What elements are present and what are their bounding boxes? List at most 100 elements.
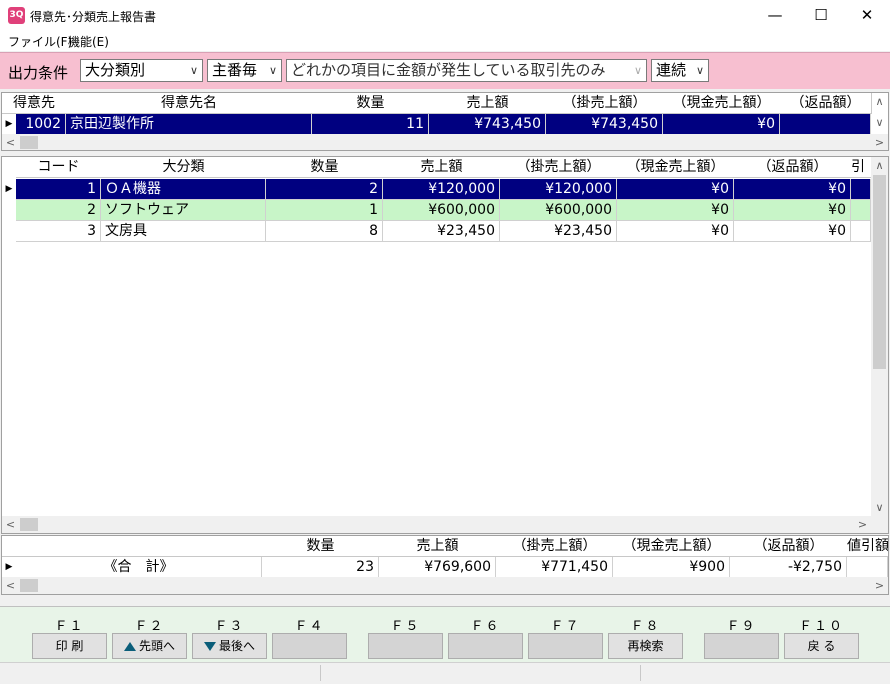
cell-total-sales[interactable]: ¥769,600	[379, 557, 496, 578]
col-header-discount[interactable]: 値引額	[847, 536, 888, 557]
cell-cash-sales[interactable]: ¥0	[617, 179, 734, 200]
scroll-down-icon[interactable]: ∨	[871, 114, 888, 131]
cell-credit-sales[interactable]: ¥23,450	[500, 221, 617, 242]
cell-discount[interactable]	[851, 179, 871, 200]
cell-code[interactable]: 1	[16, 179, 101, 200]
scroll-up-icon[interactable]: ∧	[871, 157, 888, 174]
minimize-button[interactable]: —	[752, 0, 798, 31]
f5-button[interactable]	[368, 633, 443, 659]
col-header-code[interactable]: コード	[16, 157, 102, 178]
cell-total-credit-sales[interactable]: ¥771,450	[496, 557, 613, 578]
col-header-customer-code[interactable]: 得意先	[2, 93, 67, 114]
cell-cash-sales[interactable]: ¥0	[663, 114, 780, 135]
f7-button[interactable]	[528, 633, 603, 659]
last-button[interactable]: 最後へ	[192, 633, 267, 659]
scroll-thumb[interactable]	[20, 518, 38, 531]
filter-select[interactable]: どれかの項目に金額が発生している取引先のみ ∨	[286, 59, 647, 82]
cell-sales[interactable]: ¥23,450	[383, 221, 500, 242]
col-header-returns[interactable]: （返品額）	[734, 157, 852, 178]
scroll-thumb[interactable]	[20, 579, 38, 592]
close-button[interactable]: ✕	[844, 0, 890, 31]
cell-total-discount[interactable]	[847, 557, 888, 578]
f4-button[interactable]	[272, 633, 347, 659]
classification-select[interactable]: 大分類別 ∨	[80, 59, 203, 82]
per-select[interactable]: 主番毎 ∨	[207, 59, 282, 82]
col-header-discount[interactable]: 引	[851, 157, 872, 178]
col-header-sales[interactable]: 売上額	[379, 536, 497, 557]
total-grid[interactable]: 数量 売上額 （掛売上額） （現金売上額） （返品額） 値引額 ▶ 《合 計》 …	[1, 535, 889, 595]
mode-select[interactable]: 連続 ∨	[651, 59, 709, 82]
col-header-credit-sales[interactable]: （掛売上額）	[496, 536, 614, 557]
col-header-qty[interactable]: 数量	[312, 93, 430, 114]
f9-button[interactable]	[704, 633, 779, 659]
maximize-button[interactable]: ☐	[798, 0, 844, 31]
cell-category[interactable]: 文房具	[101, 221, 266, 242]
vertical-scrollbar[interactable]: ∧ ∨	[871, 157, 888, 516]
cell-code[interactable]: 2	[16, 200, 101, 221]
category-grid[interactable]: コード 大分類 数量 売上額 （掛売上額） （現金売上額） （返品額） 引 ▶ …	[1, 156, 889, 534]
cell-discount[interactable]	[851, 200, 871, 221]
horizontal-scrollbar[interactable]: < >	[2, 134, 888, 150]
scroll-thumb[interactable]	[873, 175, 886, 369]
col-header-credit-sales[interactable]: （掛売上額）	[500, 157, 618, 178]
scroll-right-icon[interactable]: >	[871, 577, 888, 594]
print-button[interactable]: 印 刷	[32, 633, 107, 659]
cell-cash-sales[interactable]: ¥0	[617, 200, 734, 221]
cell-customer-name[interactable]: 京田辺製作所	[66, 114, 312, 135]
cell-total-returns[interactable]: -¥2,750	[730, 557, 847, 578]
col-header-returns[interactable]: （返品額）	[780, 93, 872, 114]
scroll-left-icon[interactable]: <	[2, 516, 19, 533]
horizontal-scrollbar[interactable]: < >	[2, 516, 888, 533]
cell-returns[interactable]: ¥0	[734, 221, 851, 242]
col-header-returns[interactable]: （返品額）	[730, 536, 848, 557]
first-button[interactable]: 先頭へ	[112, 633, 187, 659]
col-header-cash-sales[interactable]: （現金売上額）	[617, 157, 735, 178]
cell-returns[interactable]: ¥0	[734, 179, 851, 200]
col-header-category[interactable]: 大分類	[101, 157, 267, 178]
customer-grid[interactable]: 得意先 得意先名 数量 売上額 （掛売上額） （現金売上額） （返品額） ∧ ▶…	[1, 92, 889, 151]
back-button[interactable]: 戻 る	[784, 633, 859, 659]
cell-credit-sales[interactable]: ¥600,000	[500, 200, 617, 221]
scroll-up-icon[interactable]: ∧	[871, 93, 888, 110]
cell-sales[interactable]: ¥600,000	[383, 200, 500, 221]
scroll-left-icon[interactable]: <	[2, 134, 19, 150]
menu-function[interactable]: 機能(E)	[68, 33, 109, 50]
scroll-right-icon[interactable]: >	[854, 516, 871, 533]
scroll-thumb[interactable]	[20, 136, 38, 149]
cell-sales[interactable]: ¥120,000	[383, 179, 500, 200]
col-header-qty[interactable]: 数量	[262, 536, 380, 557]
fkey-label-f3: Ｆ３	[214, 619, 245, 634]
cell-credit-sales[interactable]: ¥120,000	[500, 179, 617, 200]
col-header-sales[interactable]: 売上額	[383, 157, 501, 178]
cell-credit-sales[interactable]: ¥743,450	[546, 114, 663, 135]
scroll-left-icon[interactable]: <	[2, 577, 19, 594]
col-header-cash-sales[interactable]: （現金売上額）	[663, 93, 781, 114]
scroll-down-icon[interactable]: ∨	[871, 499, 888, 516]
cell-discount[interactable]	[851, 221, 871, 242]
cell-category[interactable]: ＯＡ機器	[101, 179, 266, 200]
cell-returns[interactable]	[780, 114, 871, 135]
scroll-right-icon[interactable]: >	[871, 134, 888, 150]
cell-qty[interactable]: 11	[312, 114, 429, 135]
cell-category[interactable]: ソフトウェア	[101, 200, 266, 221]
col-header-customer-name[interactable]: 得意先名	[66, 93, 313, 114]
horizontal-scrollbar[interactable]: < >	[2, 577, 888, 594]
cell-sales[interactable]: ¥743,450	[429, 114, 546, 135]
menu-file[interactable]: ファイル(F)	[8, 33, 72, 50]
cell-cash-sales[interactable]: ¥0	[617, 221, 734, 242]
cell-total-cash-sales[interactable]: ¥900	[613, 557, 730, 578]
col-header-qty[interactable]: 数量	[266, 157, 384, 178]
research-button[interactable]: 再検索	[608, 633, 683, 659]
cell-returns[interactable]: ¥0	[734, 200, 851, 221]
row-indicator-icon: ▶	[5, 184, 13, 194]
cell-qty[interactable]: 2	[266, 179, 383, 200]
cell-qty[interactable]: 1	[266, 200, 383, 221]
col-header-credit-sales[interactable]: （掛売上額）	[546, 93, 664, 114]
cell-customer-code[interactable]: 1002	[16, 114, 66, 135]
col-header-cash-sales[interactable]: （現金売上額）	[613, 536, 731, 557]
cell-qty[interactable]: 8	[266, 221, 383, 242]
f6-button[interactable]	[448, 633, 523, 659]
col-header-sales[interactable]: 売上額	[429, 93, 547, 114]
cell-code[interactable]: 3	[16, 221, 101, 242]
cell-total-qty[interactable]: 23	[262, 557, 379, 578]
